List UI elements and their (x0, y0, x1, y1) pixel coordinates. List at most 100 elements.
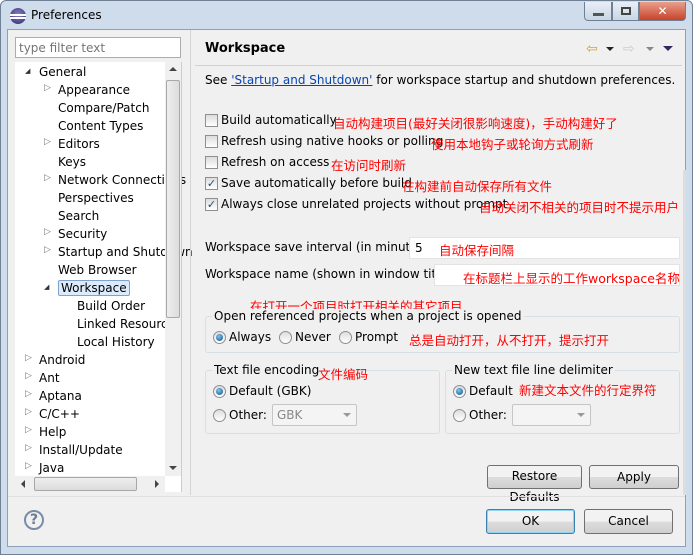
encoding-other-label[interactable]: Other: (229, 408, 267, 422)
always-label[interactable]: Always (229, 330, 271, 344)
collapsed-arrow-icon[interactable]: ▷ (44, 137, 51, 147)
tree-item[interactable]: Ant (39, 369, 60, 387)
delimiter-combo[interactable] (512, 404, 591, 426)
intro-text: See 'Startup and Shutdown' for workspace… (205, 73, 676, 87)
collapsed-arrow-icon[interactable]: ▷ (44, 227, 51, 237)
expanded-arrow-icon[interactable]: ◢ (25, 67, 30, 75)
back-menu-icon[interactable] (606, 47, 614, 51)
checkbox-note: 在构建前自动保存所有文件 (402, 179, 553, 194)
checkbox[interactable] (205, 156, 218, 169)
encoding-default-radio[interactable] (213, 385, 226, 398)
tree-item[interactable]: Help (39, 423, 66, 441)
collapsed-arrow-icon[interactable]: ▷ (44, 245, 51, 255)
tree-item[interactable]: Security (58, 225, 107, 243)
scroll-right-icon[interactable] (155, 480, 159, 488)
tree-item[interactable]: Java (39, 459, 64, 477)
never-label[interactable]: Never (295, 330, 331, 344)
help-icon[interactable]: ? (24, 510, 44, 530)
tree-item[interactable]: Compare/Patch (58, 99, 149, 117)
back-icon[interactable]: ⇦ (586, 41, 598, 57)
delimiter-other-radio[interactable] (453, 409, 466, 422)
checkbox-label[interactable]: Build automatically (221, 113, 337, 127)
scroll-up-icon[interactable] (169, 67, 177, 71)
delimiter-note: 新建文本文件的行定界符 (519, 383, 657, 398)
tree-item[interactable]: Web Browser (58, 261, 137, 279)
tree-item[interactable]: Local History (77, 333, 155, 351)
delimiter-default-label[interactable]: Default (469, 384, 513, 398)
tree-item-label: Install/Update (39, 443, 123, 457)
encoding-default-label[interactable]: Default (GBK) (229, 384, 311, 398)
maximize-button[interactable] (612, 2, 639, 21)
collapsed-arrow-icon[interactable]: ▷ (25, 371, 32, 381)
tree-item-label: Workspace (58, 280, 130, 296)
collapsed-arrow-icon[interactable]: ▷ (44, 83, 51, 93)
tree-item[interactable]: Install/Update (39, 441, 123, 459)
tree-item[interactable]: Search (58, 207, 99, 225)
collapsed-arrow-icon[interactable]: ▷ (25, 425, 32, 435)
content-scrollbar[interactable] (683, 170, 686, 495)
checkbox[interactable] (205, 114, 218, 127)
tree-item[interactable]: Content Types (58, 117, 143, 135)
encoding-other-radio[interactable] (213, 409, 226, 422)
encoding-note: 文件编码 (318, 367, 369, 382)
tree-vertical-scrollbar[interactable] (165, 62, 181, 476)
collapsed-arrow-icon[interactable]: ▷ (25, 443, 32, 453)
prompt-label[interactable]: Prompt (355, 330, 398, 344)
cancel-button[interactable]: Cancel (584, 509, 673, 534)
checkbox-label[interactable]: Refresh on access (221, 155, 329, 169)
expanded-arrow-icon[interactable]: ◢ (44, 283, 49, 291)
view-menu-icon[interactable] (663, 46, 673, 51)
ok-button[interactable]: OK (486, 509, 575, 534)
checkbox-label[interactable]: Save automatically before build (221, 176, 412, 190)
close-button[interactable]: ✕ (639, 2, 686, 21)
sash-divider[interactable] (190, 30, 191, 495)
checkbox-note: 在访问时刷新 (331, 158, 407, 173)
tree-item-label: Security (58, 227, 108, 241)
restore-defaults-button[interactable]: Restore Defaults (487, 465, 582, 504)
save-interval-note: 自动保存间隔 (439, 243, 515, 258)
tree-item-label: Compare/Patch (58, 101, 150, 115)
scroll-left-icon[interactable] (21, 480, 25, 488)
checkbox[interactable]: ✓ (205, 177, 218, 190)
always-radio[interactable] (213, 331, 226, 344)
title-bar[interactable]: Preferences ✕ (1, 1, 693, 31)
prompt-radio[interactable] (339, 331, 352, 344)
apply-button[interactable]: Apply (589, 465, 679, 489)
tree-item[interactable]: Appearance (58, 81, 130, 99)
tree-item[interactable]: Android (39, 351, 85, 369)
delimiter-default-radio[interactable] (453, 385, 466, 398)
filter-input[interactable] (15, 37, 181, 58)
window-title: Preferences (31, 8, 102, 22)
checkbox[interactable]: ✓ (205, 198, 218, 211)
tree-item-label: Help (39, 425, 67, 439)
scroll-thumb[interactable] (166, 80, 180, 318)
delimiter-other-label[interactable]: Other: (469, 408, 507, 422)
collapsed-arrow-icon[interactable]: ▷ (25, 389, 32, 399)
collapsed-arrow-icon[interactable]: ▷ (25, 353, 32, 363)
collapsed-arrow-icon[interactable]: ▷ (25, 407, 32, 417)
checkbox[interactable] (205, 135, 218, 148)
tree-item[interactable]: Perspectives (58, 189, 134, 207)
hscroll-thumb[interactable] (34, 477, 137, 491)
tree-item-label: Web Browser (58, 263, 137, 277)
collapsed-arrow-icon[interactable]: ▷ (44, 173, 51, 183)
tree-horizontal-scrollbar[interactable] (15, 476, 165, 492)
scroll-down-icon[interactable] (169, 466, 177, 470)
startup-shutdown-link[interactable]: 'Startup and Shutdown' (231, 73, 372, 87)
tree-item[interactable]: Editors (58, 135, 100, 153)
checkbox-label[interactable]: Refresh using native hooks or polling (221, 134, 443, 148)
encoding-combo[interactable]: GBK (272, 404, 357, 426)
tree-item[interactable]: Build Order (77, 297, 145, 315)
minimize-button[interactable] (584, 2, 612, 21)
tree-item[interactable]: Keys (58, 153, 86, 171)
collapsed-arrow-icon[interactable]: ▷ (25, 461, 32, 471)
tree-item[interactable]: Workspace (58, 279, 130, 297)
tree-item[interactable]: C/C++ (39, 405, 80, 423)
tree-item-label: Keys (58, 155, 87, 169)
checkbox-label[interactable]: Always close unrelated projects without … (221, 197, 507, 211)
never-radio[interactable] (279, 331, 292, 344)
tree-item-label: Android (39, 353, 86, 367)
tree-item[interactable]: Aptana (39, 387, 82, 405)
tree-item[interactable]: General (39, 63, 86, 81)
preference-tree[interactable]: ◢ General ▷ Appearance Compare/Patch Content … (15, 62, 193, 492)
